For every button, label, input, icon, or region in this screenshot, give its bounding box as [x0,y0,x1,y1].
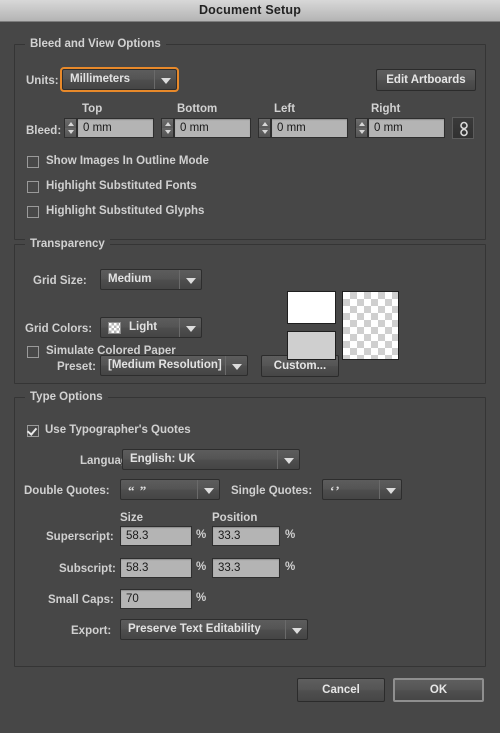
chevron-down-icon [179,270,201,289]
type-options-group-label: Type Options [25,391,108,403]
language-dropdown-value: English: UK [130,453,196,465]
chevron-down-icon [179,318,201,337]
bleed-col-header-bottom: Bottom [177,103,218,115]
edit-artboards-button[interactable]: Edit Artboards [376,69,476,91]
preset-label: Preset: [57,361,96,373]
bleed-and-view-options-group-label: Bleed and View Options [25,38,166,50]
transparency-group-label: Transparency [25,238,110,250]
grid-colors-dropdown-value: Light [129,321,158,333]
highlight-substituted-fonts-checkbox[interactable] [27,181,39,193]
bleed-top-stepper[interactable] [64,118,77,138]
language-dropdown[interactable]: English: UK [122,449,300,470]
arrow-up-icon [164,122,171,126]
grid-size-dropdown[interactable]: Medium [100,269,202,290]
use-typographers-quotes-label: Use Typographer's Quotes [45,424,191,436]
arrow-up-icon [261,122,268,126]
single-quotes-label: Single Quotes: [231,485,313,497]
superscript-size-input[interactable]: 58.3 [120,526,192,546]
subscript-size-input[interactable]: 58.3 [120,558,192,578]
superscript-position-input[interactable]: 33.3 [212,526,280,546]
small-caps-percent: % [196,592,207,604]
small-caps-input[interactable]: 70 [120,589,192,609]
subscript-position-percent: % [285,561,296,573]
superscript-position-percent: % [285,529,296,541]
document-setup-dialog: Document Setup Bleed and View Options Un… [0,0,500,733]
bleed-bottom-stepper[interactable] [161,118,174,138]
ok-button[interactable]: OK [393,678,484,702]
transparency-grid-preview [342,291,399,360]
dialog-titlebar[interactable]: Document Setup [0,0,500,22]
transparency-grid-color-swatch-1[interactable] [287,291,336,324]
chevron-down-icon [379,480,401,499]
checkerboard-swatch-icon [108,322,121,334]
use-typographers-quotes-checkbox[interactable] [27,425,39,437]
double-quotes-dropdown[interactable]: “ ” [120,479,220,500]
dialog-content: Bleed and View Options Units: Millimeter… [0,22,500,733]
single-quotes-dropdown[interactable]: ‘’ [322,479,402,500]
arrow-up-icon [358,122,365,126]
highlight-substituted-glyphs-label: Highlight Substituted Glyphs [46,205,205,217]
single-quotes-glyph: ‘’ [330,483,341,498]
size-column-header: Size [120,512,144,524]
highlight-substituted-glyphs-checkbox[interactable] [27,206,39,218]
grid-colors-label: Grid Colors: [25,323,93,335]
show-images-in-outline-mode-label: Show Images In Outline Mode [46,155,209,167]
bleed-left-input[interactable]: 0 mm [271,118,348,138]
superscript-label: Superscript: [46,531,114,543]
chevron-down-icon [285,620,307,639]
chevron-down-icon [154,70,176,89]
bleed-col-header-top: Top [82,103,103,115]
subscript-position-input[interactable]: 33.3 [212,558,280,578]
bleed-label: Bleed: [26,125,62,137]
units-label: Units: [26,75,59,87]
subscript-label: Subscript: [59,563,116,575]
double-quotes-glyph: “ ” [128,483,148,498]
dialog-title: Document Setup [198,3,302,17]
bleed-bottom-input[interactable]: 0 mm [174,118,251,138]
bleed-left-stepper[interactable] [258,118,271,138]
chain-link-icon [460,121,468,137]
bleed-col-header-left: Left [274,103,296,115]
export-dropdown[interactable]: Preserve Text Editability [120,619,308,640]
highlight-substituted-fonts-label: Highlight Substituted Fonts [46,180,197,192]
preset-dropdown[interactable]: [Medium Resolution] [100,355,248,376]
units-dropdown-value: Millimeters [70,73,131,85]
bleed-right-stepper[interactable] [355,118,368,138]
export-label: Export: [71,625,112,637]
grid-colors-dropdown[interactable]: Light [100,317,202,338]
arrow-down-icon [164,130,171,134]
chain-link-icon-button[interactable] [452,117,474,139]
units-dropdown[interactable]: Millimeters [60,67,179,92]
arrow-up-icon [67,122,74,126]
transparency-grid-color-swatch-2[interactable] [287,331,336,360]
position-column-header: Position [212,512,258,524]
arrow-down-icon [261,130,268,134]
bleed-right-input[interactable]: 0 mm [368,118,445,138]
arrow-down-icon [358,130,365,134]
small-caps-label: Small Caps: [48,594,114,606]
double-quotes-label: Double Quotes: [24,485,110,497]
simulate-colored-paper-checkbox[interactable] [27,346,39,358]
subscript-size-percent: % [196,561,207,573]
chevron-down-icon [225,356,247,375]
show-images-in-outline-mode-checkbox[interactable] [27,156,39,168]
bleed-top-input[interactable]: 0 mm [77,118,154,138]
chevron-down-icon [197,480,219,499]
grid-size-label: Grid Size: [33,275,87,287]
grid-size-dropdown-value: Medium [108,273,152,285]
bleed-col-header-right: Right [371,103,401,115]
preset-dropdown-value: [Medium Resolution] [108,359,222,371]
chevron-down-icon [277,450,299,469]
arrow-down-icon [67,130,74,134]
cancel-button[interactable]: Cancel [297,678,385,702]
superscript-size-percent: % [196,529,207,541]
export-dropdown-value: Preserve Text Editability [128,623,261,635]
